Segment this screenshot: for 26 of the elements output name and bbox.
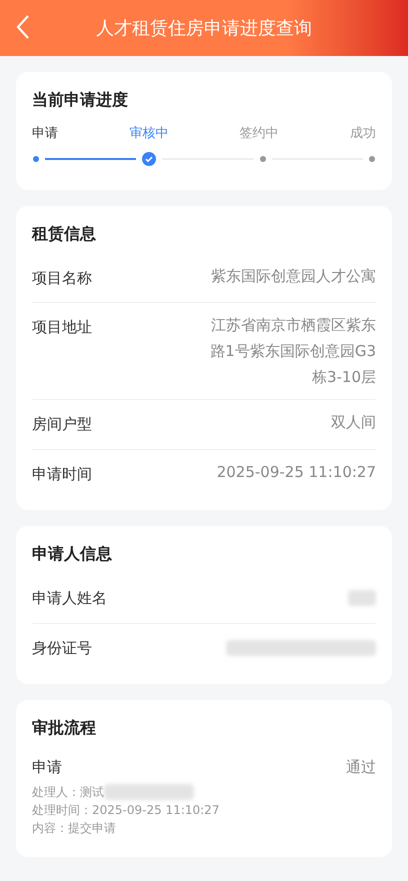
step-label: 审核中 [129, 125, 168, 143]
handler-text: 处理人：测试 [32, 784, 104, 800]
back-icon[interactable] [16, 14, 30, 40]
step-label: 申请 [32, 125, 58, 143]
check-circle-icon [142, 152, 156, 166]
row-value: 双人间 [330, 412, 376, 433]
step-label: 签约中 [240, 125, 279, 143]
row-value: 2025-09-25 11:10:27 [216, 462, 376, 482]
row-label: 申请时间 [32, 464, 92, 484]
row-value: 江苏省南京市栖霞区紫东路1号紫东国际创意园G3栋3-10层 [209, 315, 376, 388]
row-label: 房间户型 [32, 414, 92, 435]
card-title: 审批流程 [32, 717, 97, 739]
card-title: 申请人信息 [32, 543, 113, 565]
card-title: 租赁信息 [32, 222, 97, 244]
flow-step: 申请 [32, 756, 62, 778]
row-label: 项目名称 [32, 268, 92, 288]
row-label: 申请人姓名 [32, 588, 107, 609]
step-label: 成功 [350, 125, 376, 143]
handle-time: 处理时间：2025-09-25 11:10:27 [32, 802, 220, 818]
card-title: 当前申请进度 [32, 89, 129, 111]
content-text: 内容：提交申请 [32, 820, 117, 836]
row-label: 身份证号 [32, 638, 92, 658]
page-title: 人才租赁住房申请进度查询 [96, 16, 312, 40]
row-label: 项目地址 [32, 317, 92, 338]
row-value: 紫东国际创意园人才公寓 [210, 266, 376, 286]
flow-result: 通过 [346, 757, 376, 778]
